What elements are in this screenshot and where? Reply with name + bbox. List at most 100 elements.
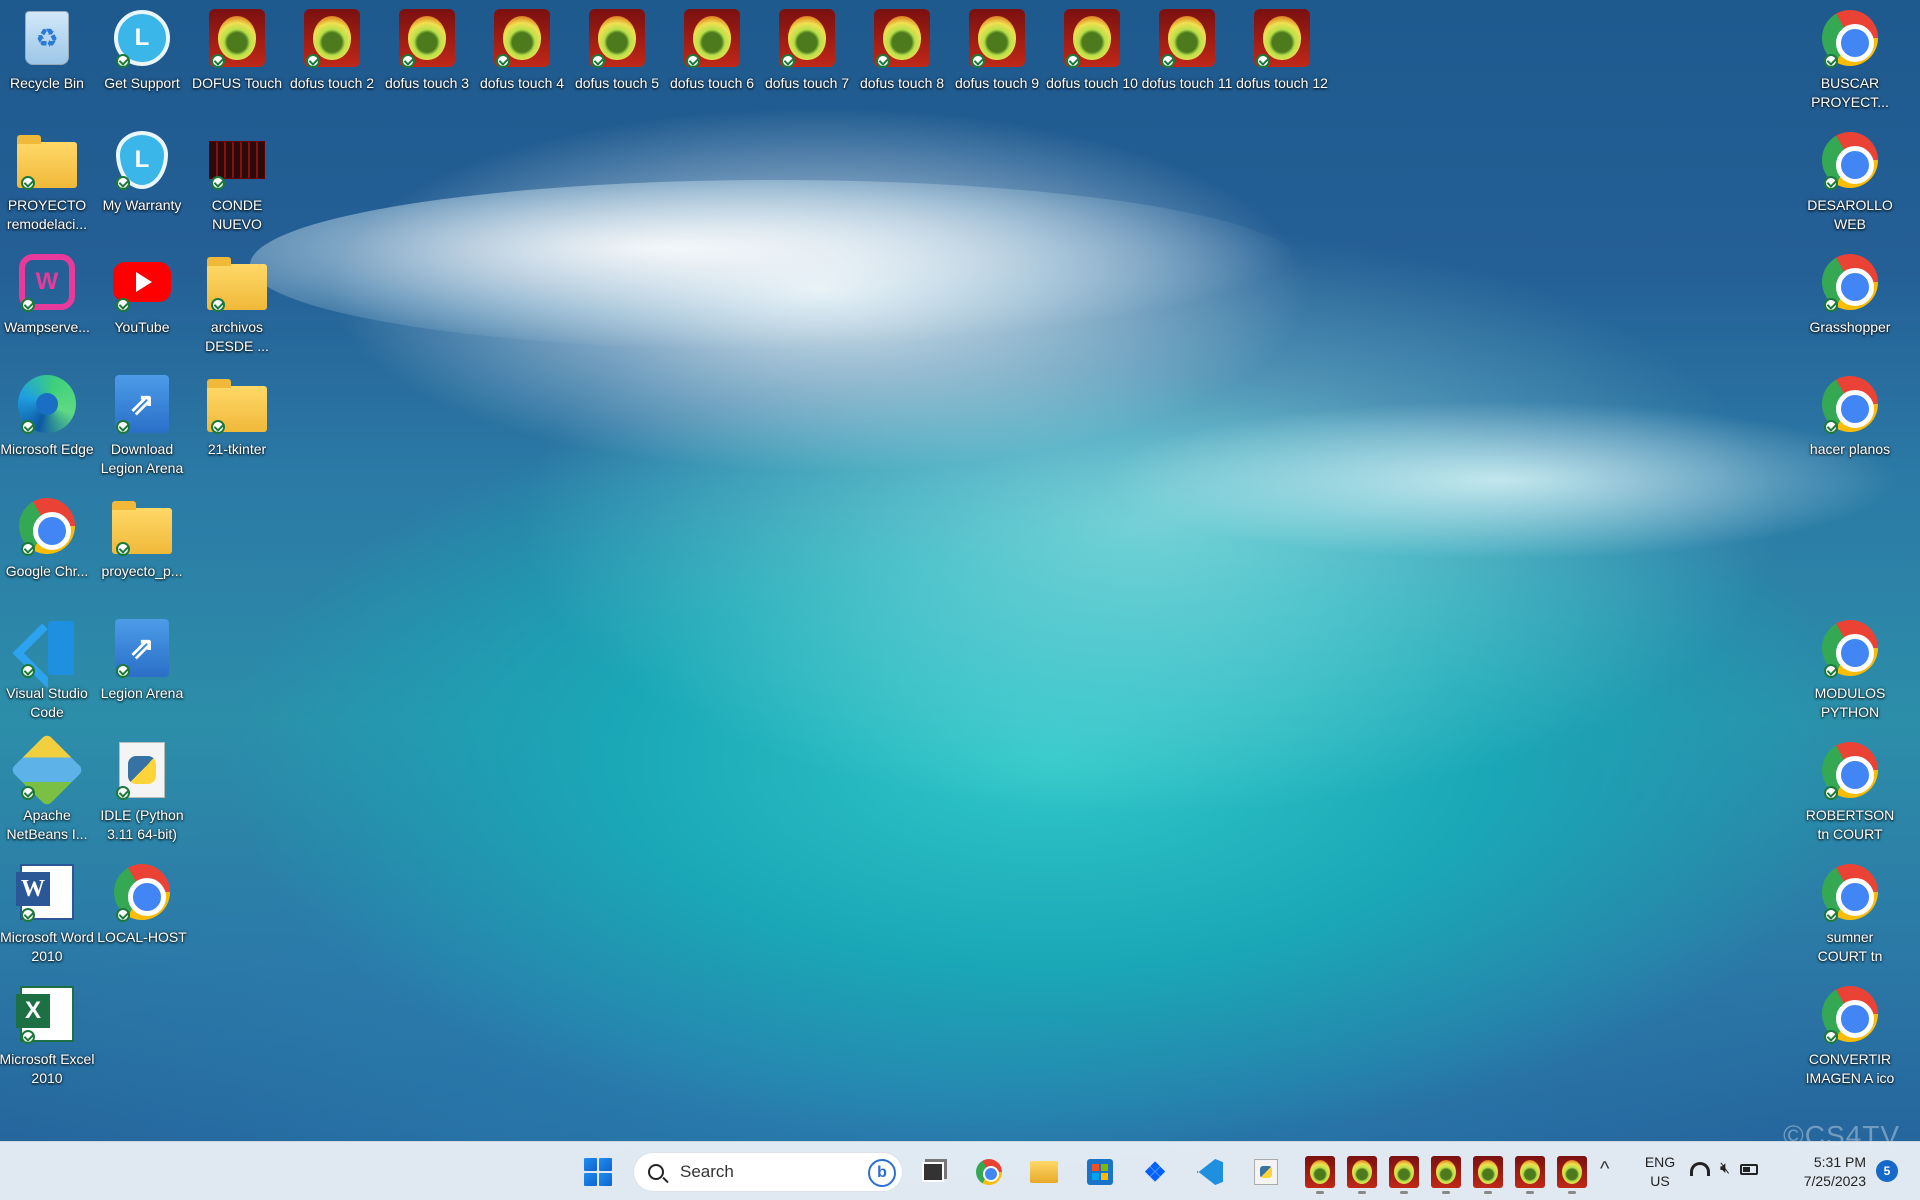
sync-status-icon xyxy=(116,908,130,922)
chrome-icon xyxy=(976,1159,1002,1185)
desktop-icon[interactable]: Apache NetBeans I... xyxy=(0,732,94,850)
desktop-icon-image xyxy=(300,6,364,70)
desktop-icon-image xyxy=(15,860,79,924)
desktop-icon[interactable]: hacer planos xyxy=(1803,366,1897,484)
taskbar-vscode[interactable] xyxy=(1190,1152,1230,1192)
desktop-icon[interactable]: ⇗ Legion Arena xyxy=(95,610,189,728)
sync-status-icon xyxy=(211,298,225,312)
quick-settings[interactable]: 🔇︎ xyxy=(1690,1160,1759,1178)
file-explorer-icon xyxy=(1030,1161,1058,1183)
clock[interactable]: 5:31 PM 7/25/2023 xyxy=(1790,1153,1866,1191)
desktop-icon-image: ⇗ xyxy=(110,616,174,680)
desktop-icon[interactable]: BUSCAR PROYECT... xyxy=(1803,0,1897,118)
taskbar-dropbox[interactable]: ❖ xyxy=(1135,1152,1175,1192)
desktop-icon[interactable]: dofus touch 10 xyxy=(1045,0,1139,118)
desktop-icon[interactable]: PROYECTO remodelaci... xyxy=(0,122,94,240)
sync-status-icon xyxy=(116,542,130,556)
desktop-icon[interactable]: dofus touch 5 xyxy=(570,0,664,118)
python-icon xyxy=(1254,1159,1278,1185)
taskbar-dofus-window[interactable] xyxy=(1300,1152,1340,1194)
taskbar-dofus-window[interactable] xyxy=(1552,1152,1592,1194)
show-hidden-icons-button[interactable]: ^ xyxy=(1600,1158,1609,1181)
bing-chat-button[interactable]: b xyxy=(868,1159,896,1187)
taskbar-search[interactable]: Search b xyxy=(633,1152,903,1192)
desktop-icon[interactable]: Microsoft Edge xyxy=(0,366,94,484)
desktop-icon[interactable]: dofus touch 6 xyxy=(665,0,759,118)
desktop-icon-label: DESAROLLO WEB xyxy=(1807,197,1893,232)
dofus-icon xyxy=(1557,1156,1587,1188)
desktop-icon[interactable]: dofus touch 8 xyxy=(855,0,949,118)
desktop-icon-label: dofus touch 12 xyxy=(1236,75,1328,91)
desktop-icon[interactable]: Google Chr... xyxy=(0,488,94,606)
desktop-icon-label: PROYECTO remodelaci... xyxy=(6,197,88,232)
desktop-icon[interactable]: MODULOS PYTHON xyxy=(1803,610,1897,728)
taskbar-dofus-window[interactable] xyxy=(1426,1152,1466,1194)
desktop-icon[interactable]: Visual Studio Code xyxy=(0,610,94,728)
desktop-icon[interactable]: dofus touch 11 xyxy=(1140,0,1234,118)
desktop-icon[interactable]: proyecto_p... xyxy=(95,488,189,606)
taskbar-store[interactable] xyxy=(1080,1152,1120,1192)
running-indicator xyxy=(1568,1191,1576,1194)
desktop-icon[interactable]: IDLE (Python 3.11 64-bit) xyxy=(95,732,189,850)
desktop-icon-image xyxy=(1818,6,1882,70)
dofus-icon xyxy=(1389,1156,1419,1188)
desktop-icon[interactable]: Grasshopper xyxy=(1803,244,1897,362)
taskbar-dofus-window[interactable] xyxy=(1468,1152,1508,1194)
desktop-icon-image: W xyxy=(15,250,79,314)
desktop-icon[interactable]: dofus touch 3 xyxy=(380,0,474,118)
sync-status-icon xyxy=(1824,664,1838,678)
desktop-icon[interactable]: DOFUS Touch xyxy=(190,0,284,118)
desktop-icon-label: Microsoft Excel 2010 xyxy=(0,1051,95,1086)
desktop-icon[interactable]: 21-tkinter xyxy=(190,366,284,484)
desktop-icon-label: dofus touch 11 xyxy=(1141,75,1233,91)
desktop-icon[interactable]: archivos DESDE ... xyxy=(190,244,284,362)
desktop-icon[interactable]: ♻ Recycle Bin xyxy=(0,0,94,118)
desktop-icon[interactable]: ROBERTSON tn COURT xyxy=(1803,732,1897,850)
taskbar-dofus-window[interactable] xyxy=(1510,1152,1550,1194)
notification-badge[interactable]: 5 xyxy=(1876,1160,1898,1182)
desktop-icon-label: dofus touch 3 xyxy=(384,75,470,91)
taskbar-dofus-window[interactable] xyxy=(1342,1152,1382,1194)
taskbar-chrome[interactable] xyxy=(969,1152,1009,1192)
desktop-icon[interactable]: DESAROLLO WEB xyxy=(1803,122,1897,240)
dofus-icon xyxy=(1473,1156,1503,1188)
desktop-icon[interactable]: CONDE NUEVO xyxy=(190,122,284,240)
wave-foam-right xyxy=(1100,400,1900,560)
desktop-icon-label: ROBERTSON tn COURT xyxy=(1805,807,1895,842)
desktop-icon[interactable]: W Wampserve... xyxy=(0,244,94,362)
desktop-icon-image xyxy=(1818,250,1882,314)
desktop-icon[interactable]: dofus touch 12 xyxy=(1235,0,1329,118)
taskbar-dofus-window[interactable] xyxy=(1384,1152,1424,1194)
desktop-icon[interactable]: YouTube xyxy=(95,244,189,362)
desktop-icon-label: 21-tkinter xyxy=(207,441,267,457)
desktop-icon-label: BUSCAR PROYECT... xyxy=(1811,75,1889,110)
speaker-muted-icon: 🔇︎ xyxy=(1720,1160,1731,1177)
desktop-icon[interactable]: L Get Support xyxy=(95,0,189,118)
desktop-icon[interactable]: ⇗ Download Legion Arena xyxy=(95,366,189,484)
desktop-icon[interactable]: dofus touch 4 xyxy=(475,0,569,118)
running-indicator xyxy=(1358,1191,1366,1194)
desktop-icon[interactable]: Microsoft Excel 2010 xyxy=(0,976,94,1094)
sync-status-icon xyxy=(21,664,35,678)
desktop-icon[interactable]: Microsoft Word 2010 xyxy=(0,854,94,972)
desktop-icon[interactable]: sumner COURT tn xyxy=(1803,854,1897,972)
task-view-button[interactable] xyxy=(913,1152,953,1192)
sync-status-icon xyxy=(116,664,130,678)
desktop-icon[interactable]: CONVERTIR IMAGEN A ico xyxy=(1803,976,1897,1094)
desktop-icon[interactable]: LOCAL-HOST xyxy=(95,854,189,972)
desktop-icon[interactable]: dofus touch 7 xyxy=(760,0,854,118)
sync-status-icon xyxy=(21,1030,35,1044)
sync-status-icon xyxy=(211,420,225,434)
dropbox-icon: ❖ xyxy=(1143,1156,1167,1187)
language-indicator[interactable]: ENG US xyxy=(1640,1153,1680,1191)
start-button[interactable] xyxy=(578,1152,618,1192)
desktop-icon[interactable]: L My Warranty xyxy=(95,122,189,240)
taskbar-file-explorer[interactable] xyxy=(1024,1152,1064,1192)
desktop-icon[interactable]: dofus touch 9 xyxy=(950,0,1044,118)
running-indicator xyxy=(1484,1191,1492,1194)
clock-time: 5:31 PM xyxy=(1813,1154,1866,1170)
desktop-icon-label: dofus touch 9 xyxy=(954,75,1040,91)
taskbar-python[interactable] xyxy=(1246,1152,1286,1192)
desktop-icon-label: Recycle Bin xyxy=(10,75,84,91)
desktop-icon[interactable]: dofus touch 2 xyxy=(285,0,379,118)
